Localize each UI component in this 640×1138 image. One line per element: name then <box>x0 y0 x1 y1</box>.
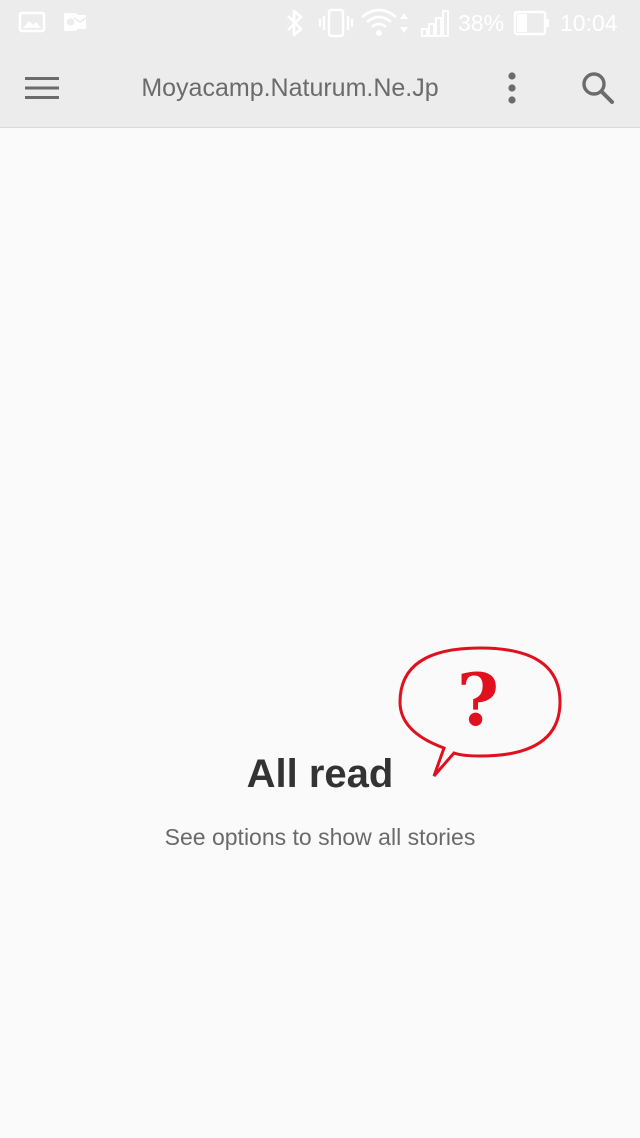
search-button[interactable] <box>574 64 622 112</box>
battery-percent: 38% <box>458 10 505 36</box>
wifi-icon <box>361 8 408 36</box>
empty-state-title: All read <box>246 752 394 796</box>
status-bar: 38% 10:04 <box>0 0 640 48</box>
more-options-button[interactable] <box>488 64 536 112</box>
battery-icon <box>513 10 549 36</box>
app-screen: 38% 10:04 Moyacamp.Naturum.Ne.Jp ? All r… <box>0 0 640 1138</box>
app-toolbar: Moyacamp.Naturum.Ne.Jp <box>0 48 640 128</box>
feed-title: Moyacamp.Naturum.Ne.Jp <box>141 74 439 102</box>
clock: 10:04 <box>560 10 618 36</box>
outlook-icon <box>64 13 87 31</box>
search-icon <box>582 72 614 104</box>
menu-icon <box>25 77 59 99</box>
empty-state-subtitle: See options to show all stories <box>164 824 476 850</box>
menu-button[interactable] <box>18 64 66 112</box>
signal-icon <box>421 10 449 37</box>
gallery-icon <box>18 11 46 33</box>
bluetooth-icon <box>287 9 303 37</box>
more-vert-icon <box>508 72 516 104</box>
vibrate-icon <box>318 8 354 38</box>
question-mark-annotation: ? <box>456 657 500 742</box>
